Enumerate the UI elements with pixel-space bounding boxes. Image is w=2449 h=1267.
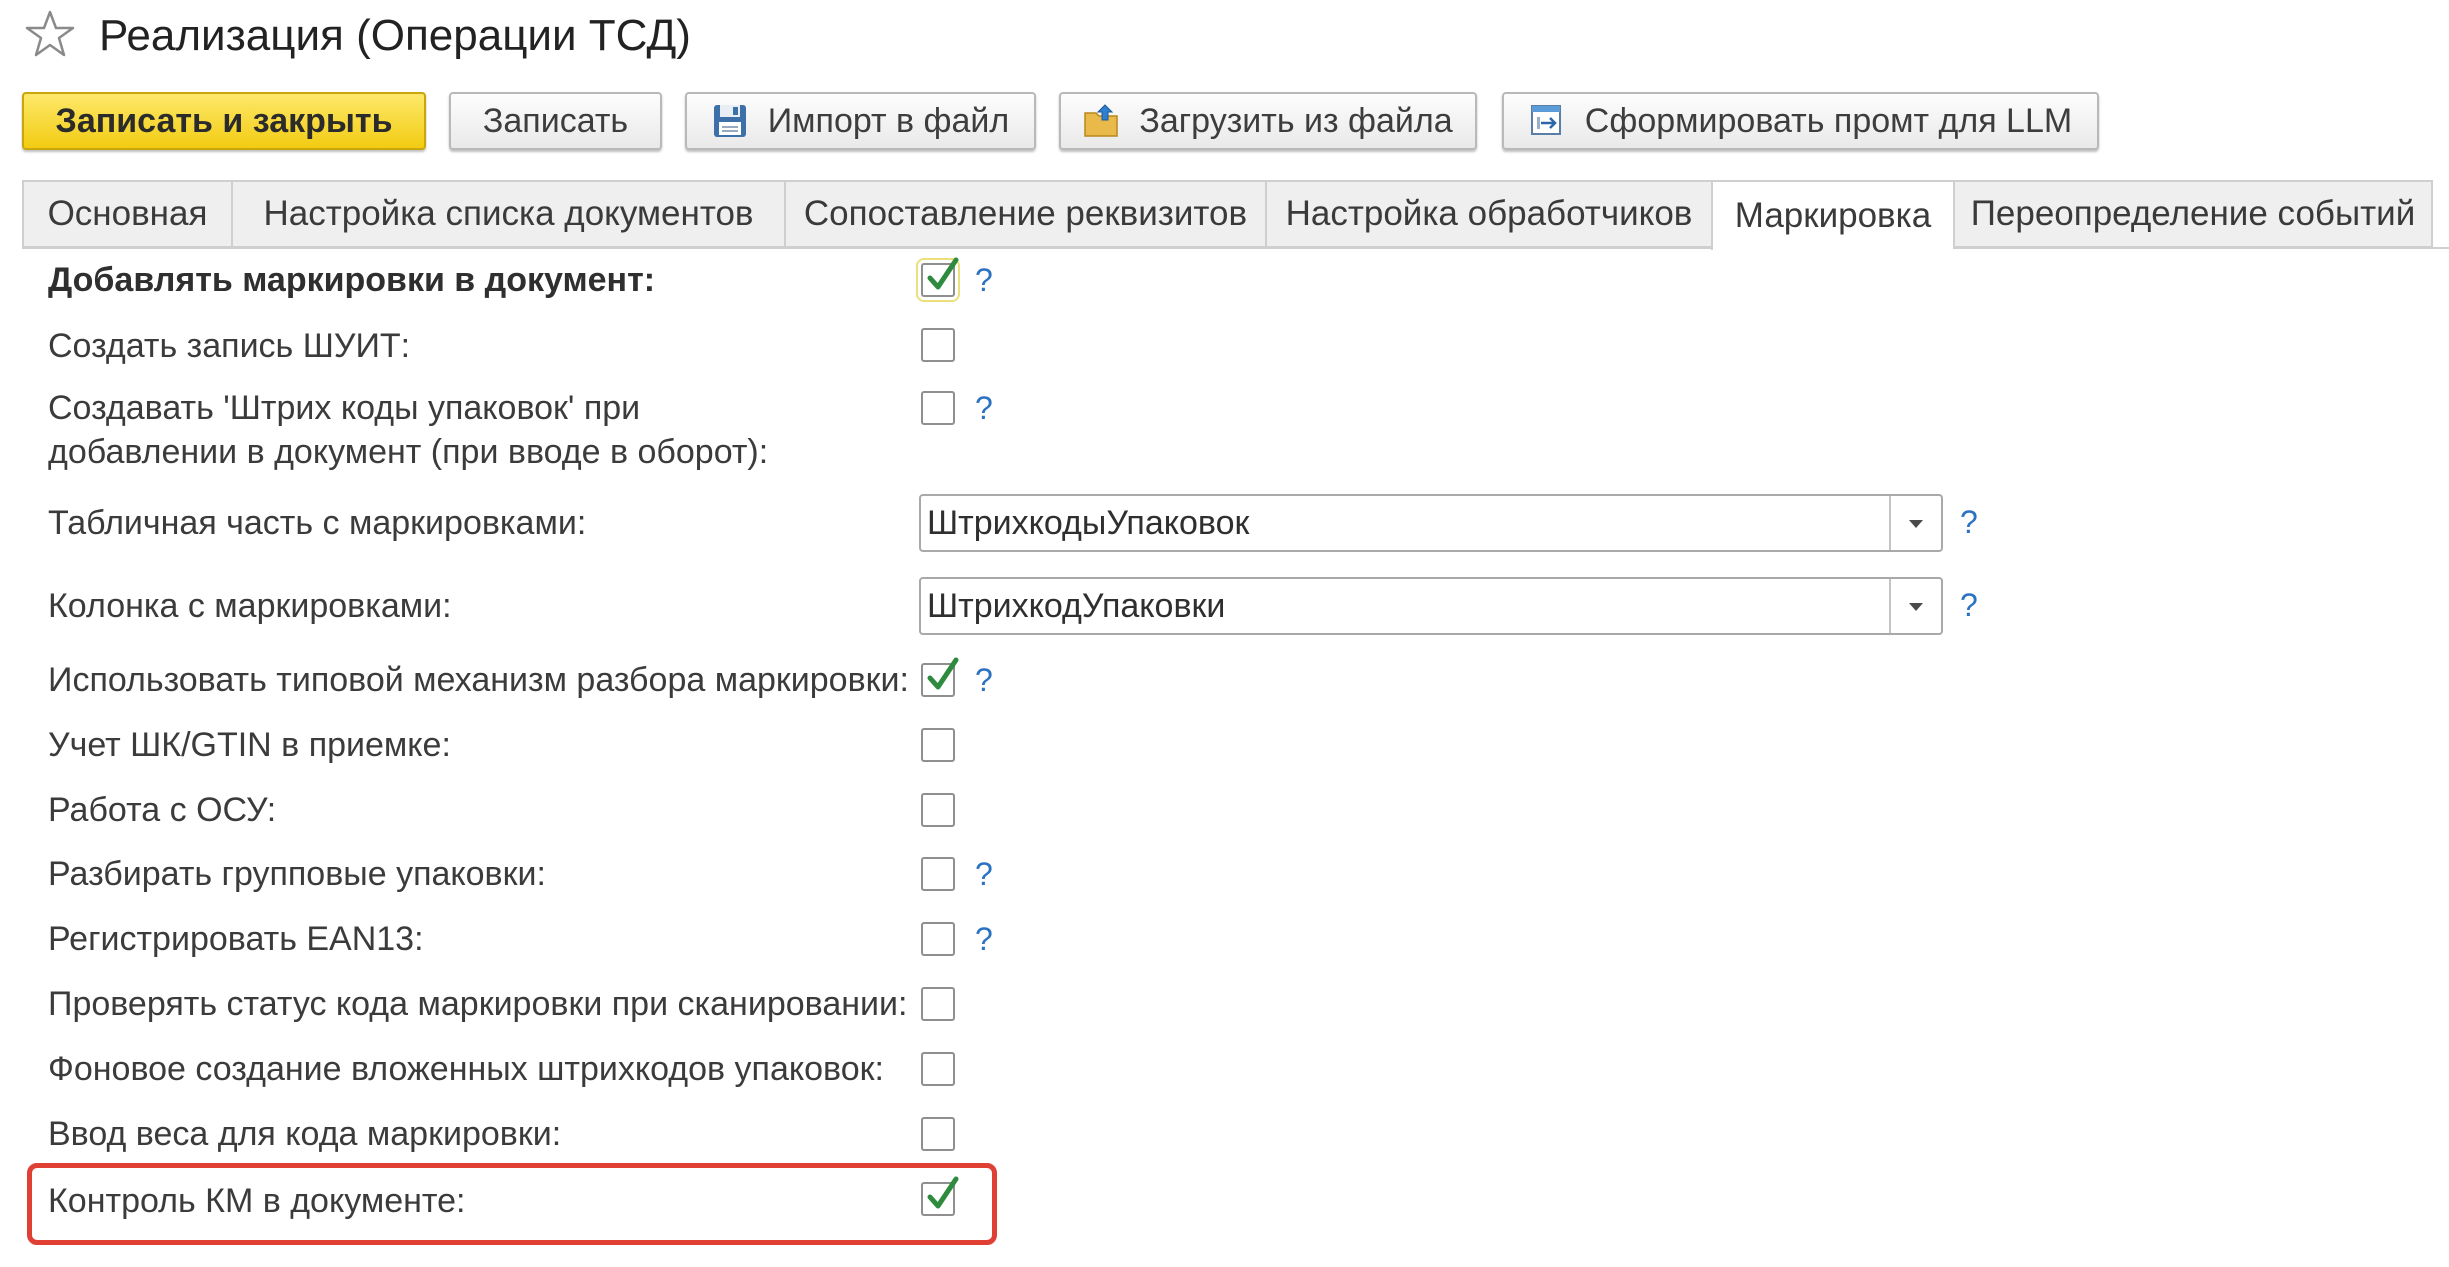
group-packages-checkbox[interactable] <box>921 857 955 891</box>
add-markings-label: Добавлять маркировки в документ: <box>48 261 656 299</box>
create-package-barcodes-label-cont: добавлении в документ (при вводе в оборо… <box>48 433 769 471</box>
create-shuit-checkbox[interactable] <box>921 328 955 362</box>
background-barcodes-checkbox[interactable] <box>921 1052 955 1086</box>
floppy-disk-icon <box>713 105 746 137</box>
tab-label: Настройка списка документов <box>263 194 754 233</box>
chevron-down-icon[interactable] <box>1889 579 1941 633</box>
import-label: Импорт в файл <box>767 101 1010 140</box>
toolbar: Записать и закрыть Записать Импорт в фай… <box>0 90 2449 160</box>
save-label: Записать <box>482 101 629 140</box>
weight-input-label: Ввод веса для кода маркировки: <box>48 1115 562 1153</box>
create-shuit-label: Создать запись ШУИТ: <box>48 327 411 365</box>
help-icon[interactable]: ? <box>975 260 993 300</box>
form-export-icon <box>1530 105 1561 135</box>
marking-column-select[interactable]: ШтрихкодУпаковки <box>919 577 1943 635</box>
km-control-checkbox[interactable] <box>921 1176 959 1216</box>
import-to-file-button[interactable]: Импорт в файл <box>685 92 1036 150</box>
tab-label: Настройка обработчиков <box>1285 194 1693 233</box>
page-title: Реализация (Операции ТСД) <box>99 11 691 60</box>
checkmark-icon <box>927 257 959 290</box>
chevron-down-icon[interactable] <box>1889 496 1941 550</box>
save-and-close-button[interactable]: Записать и закрыть <box>22 92 426 150</box>
create-package-barcodes-label: Создавать 'Штрих коды упаковок' при <box>48 389 641 427</box>
folder-upload-icon <box>1084 104 1119 137</box>
save-and-close-label: Записать и закрыть <box>55 101 393 140</box>
load-label: Загрузить из файла <box>1139 101 1453 140</box>
tab-handler-settings[interactable]: Настройка обработчиков <box>1265 180 1711 248</box>
star-icon[interactable] <box>24 8 76 60</box>
checkmark-icon <box>927 657 959 690</box>
help-icon[interactable]: ? <box>1960 502 1978 542</box>
tab-label: Основная <box>47 194 208 233</box>
help-icon[interactable]: ? <box>975 919 993 959</box>
check-status-checkbox[interactable] <box>921 987 955 1021</box>
tab-marking[interactable]: Маркировка <box>1711 180 1953 250</box>
generate-llm-prompt-button[interactable]: Сформировать промт для LLM <box>1502 92 2099 150</box>
marking-settings-form: Добавлять маркировки в документ: ? Созда… <box>0 250 2449 1267</box>
help-icon[interactable]: ? <box>1960 585 1978 625</box>
save-button[interactable]: Записать <box>449 92 662 150</box>
marking-table-value: ШтрихкодыУпаковок <box>927 504 1250 542</box>
group-packages-label: Разбирать групповые упаковки: <box>48 855 546 893</box>
marking-table-select[interactable]: ШтрихкодыУпаковок <box>919 494 1943 552</box>
help-icon[interactable]: ? <box>975 854 993 894</box>
gtin-receipt-label: Учет ШК/GTIN в приемке: <box>48 726 451 764</box>
load-from-file-button[interactable]: Загрузить из файла <box>1059 92 1477 150</box>
title-bar: Реализация (Операции ТСД) <box>0 0 2449 80</box>
tab-label: Маркировка <box>1734 196 1932 235</box>
create-package-barcodes-checkbox[interactable] <box>921 391 955 425</box>
background-barcodes-label: Фоновое создание вложенных штрихкодов уп… <box>48 1050 884 1088</box>
prompt-label: Сформировать промт для LLM <box>1584 101 2073 140</box>
marking-column-value: ШтрихкодУпаковки <box>927 587 1226 625</box>
check-status-label: Проверять статус кода маркировки при ска… <box>48 985 908 1023</box>
tab-bar: Основная Настройка списка документов Соп… <box>22 180 2433 250</box>
tab-event-overrides[interactable]: Переопределение событий <box>1953 180 2433 248</box>
marking-column-label: Колонка с маркировками: <box>48 587 452 625</box>
standard-parsing-label: Использовать типовой механизм разбора ма… <box>48 661 909 699</box>
help-icon[interactable]: ? <box>975 660 993 700</box>
marking-table-label: Табличная часть с маркировками: <box>48 504 587 542</box>
km-control-label: Контроль КМ в документе: <box>48 1182 466 1220</box>
tab-main[interactable]: Основная <box>22 180 231 248</box>
osu-checkbox[interactable] <box>921 793 955 827</box>
tab-label: Переопределение событий <box>1970 194 2416 233</box>
help-icon[interactable]: ? <box>975 388 993 428</box>
weight-input-checkbox[interactable] <box>921 1117 955 1151</box>
checkmark-icon <box>927 1176 959 1209</box>
tab-document-list-settings[interactable]: Настройка списка документов <box>231 180 784 248</box>
register-ean13-label: Регистрировать EAN13: <box>48 920 424 958</box>
tab-label: Сопоставление реквизитов <box>803 194 1248 233</box>
standard-parsing-checkbox[interactable] <box>921 657 959 697</box>
register-ean13-checkbox[interactable] <box>921 922 955 956</box>
gtin-receipt-checkbox[interactable] <box>921 728 955 762</box>
osu-label: Работа с ОСУ: <box>48 791 277 829</box>
tab-attribute-mapping[interactable]: Сопоставление реквизитов <box>784 180 1265 248</box>
add-markings-checkbox[interactable] <box>916 257 960 302</box>
